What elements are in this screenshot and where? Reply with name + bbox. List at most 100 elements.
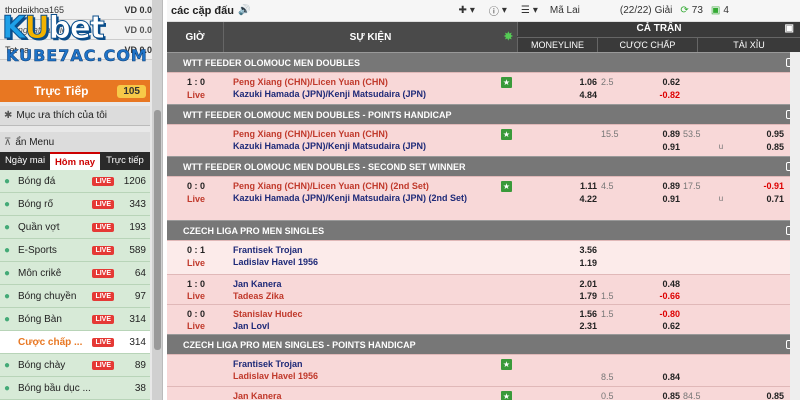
odds-under[interactable]: 0.71 bbox=[747, 194, 784, 204]
odds-ml-away[interactable]: 4.22 bbox=[547, 194, 597, 204]
speaker-icon[interactable]: 🔊 bbox=[238, 5, 250, 16]
sport-icon: ● bbox=[4, 359, 11, 371]
odds-hdp-away[interactable]: 0.91 bbox=[642, 194, 680, 204]
favorite-star-icon[interactable]: ★ bbox=[501, 359, 512, 370]
tab-tomorrow[interactable]: Ngày mai bbox=[0, 152, 50, 170]
favorite-star-icon[interactable]: ★ bbox=[501, 129, 512, 140]
bet-count[interactable]: ▣ 4 bbox=[711, 5, 729, 16]
match-row: 0 : 0 Live Stanislav Hudec Jan Lovl 1.56 … bbox=[167, 304, 800, 334]
league-name: WTT FEEDER OLOMOUC MEN DOUBLES - POINTS … bbox=[183, 109, 452, 120]
pin-icon[interactable]: ✸ bbox=[504, 30, 513, 43]
sport-item[interactable]: ● Quần vợt LIVE 193 bbox=[0, 216, 150, 239]
match-row: 1 : 0 Live Peng Xiang (CHN)/Licen Yuan (… bbox=[167, 72, 800, 104]
sport-name: Bóng đá bbox=[18, 175, 56, 187]
odds-ml-away[interactable]: 1.19 bbox=[547, 258, 597, 268]
home-team: Jan Kanera bbox=[233, 391, 282, 400]
tab-live[interactable]: Trực tiếp bbox=[100, 152, 150, 170]
sport-item[interactable]: ● Bóng bầu dục ... 38 bbox=[0, 377, 150, 400]
sport-icon: ● bbox=[4, 290, 11, 302]
odds-hdp-home[interactable]: 0.89 bbox=[642, 129, 680, 139]
odds-hdp-away[interactable]: 0.62 bbox=[642, 321, 680, 331]
account-row: thodaikhoa165 VD 0.00 bbox=[0, 0, 162, 20]
odds-under[interactable]: 0.85 bbox=[747, 142, 784, 152]
sort-icon: ☰ bbox=[520, 5, 530, 16]
match-score: 0 : 0 bbox=[187, 309, 206, 319]
live-badge: LIVE bbox=[92, 314, 114, 324]
refresh-button[interactable]: ⟳ 73 bbox=[680, 5, 703, 16]
tab-today[interactable]: Hôm nay bbox=[50, 152, 100, 170]
odds-hdp-home[interactable]: -0.80 bbox=[642, 309, 680, 319]
sport-item[interactable]: ● Môn crikê LIVE 64 bbox=[0, 262, 150, 285]
odds-ml-away[interactable]: 4.84 bbox=[547, 90, 597, 100]
col-over-under: TÀI XỈU bbox=[697, 37, 800, 52]
scrollbar-thumb[interactable] bbox=[154, 110, 161, 350]
odds-ml-home[interactable]: 1.06 bbox=[547, 77, 597, 87]
odds-type-select[interactable]: Mã Lai bbox=[550, 5, 580, 16]
add-menu-button[interactable]: ✚ ▾ bbox=[458, 5, 474, 16]
favorite-star-icon[interactable]: ★ bbox=[501, 77, 512, 88]
league-header[interactable]: CZECH LIGA PRO MEN SINGLES bbox=[167, 220, 800, 240]
live-badge: LIVE bbox=[92, 176, 114, 186]
sort-menu-button[interactable]: ☰ ▾ bbox=[521, 5, 538, 16]
col-handicap: CƯỢC CHẤP bbox=[597, 37, 697, 52]
league-header[interactable]: CZECH LIGA PRO MEN SINGLES - POINTS HAND… bbox=[167, 334, 800, 354]
account-label: Trong tat tai dien bbox=[5, 24, 72, 35]
under-marker: u bbox=[718, 194, 724, 203]
match-teams: Jan Kanera bbox=[233, 390, 503, 400]
league-header[interactable]: WTT FEEDER OLOMOUC MEN DOUBLES - SECOND … bbox=[167, 156, 800, 176]
sport-item[interactable]: ● Bóng chuyền LIVE 97 bbox=[0, 285, 150, 308]
sport-item[interactable]: ● E-Sports LIVE 589 bbox=[0, 239, 150, 262]
odds-hdp-home[interactable]: 0.48 bbox=[642, 279, 680, 289]
bet-count-value: 4 bbox=[723, 5, 729, 16]
home-team: Peng Xiang (CHN)/Licen Yuan (CHN) (2nd S… bbox=[233, 181, 429, 191]
odds-hdp-home[interactable]: 0.89 bbox=[642, 181, 680, 191]
odds-ml-away[interactable]: 2.31 bbox=[547, 321, 597, 331]
info-menu-button[interactable]: ⓘ ▾ bbox=[489, 3, 507, 18]
odds-hdp-away[interactable]: 0.91 bbox=[642, 142, 680, 152]
odds-over[interactable]: -0.91 bbox=[747, 181, 784, 191]
match-score: 1 : 0 bbox=[187, 279, 206, 289]
refresh-countdown: 73 bbox=[691, 5, 703, 16]
home-team: Peng Xiang (CHN)/Licen Yuan (CHN) bbox=[233, 77, 388, 87]
odds-ml-home[interactable]: 1.56 bbox=[547, 309, 597, 319]
match-teams: Peng Xiang (CHN)/Licen Yuan (CHN) (2nd S… bbox=[233, 180, 503, 204]
favorites-menu[interactable]: ✱ Mục ưa thích của tôi bbox=[0, 106, 150, 126]
chevron-down-icon: ▾ bbox=[532, 5, 538, 16]
odds-ml-home[interactable]: 2.01 bbox=[547, 279, 597, 289]
sport-item-selected[interactable]: Cược chấp ... LIVE 314 bbox=[0, 331, 150, 354]
handicap-line: 1.5 bbox=[601, 291, 614, 301]
favorite-star-icon[interactable]: ★ bbox=[501, 181, 512, 192]
match-row: 1 : 0 Live Jan Kanera Tadeas Zika 2.01 1.… bbox=[167, 274, 800, 304]
sport-item[interactable]: ● Bóng Bàn LIVE 314 bbox=[0, 308, 150, 331]
expand-icon[interactable]: ▣ bbox=[785, 22, 794, 36]
account-filter[interactable]: Tat ca bbox=[5, 45, 29, 55]
odds-over[interactable]: 0.95 bbox=[747, 129, 784, 139]
odds-hdp-away[interactable]: 0.84 bbox=[642, 372, 680, 382]
main-scrollbar[interactable] bbox=[790, 52, 800, 400]
live-now-button[interactable]: Trực Tiếp 105 bbox=[0, 80, 150, 102]
chevron-down-icon: ▾ bbox=[469, 5, 475, 16]
account-row: Trong tat tai dien VD 0.00 bbox=[0, 20, 162, 40]
account-row[interactable]: Tat ca VD 0.00 bbox=[0, 40, 162, 60]
odds-over[interactable]: 0.85 bbox=[747, 391, 784, 400]
ticket-icon: ▣ bbox=[710, 5, 721, 16]
odds-ml-away[interactable]: 1.79 bbox=[547, 291, 597, 301]
account-username: thodaikhoa165 bbox=[5, 4, 65, 15]
odds-hdp-away[interactable]: -0.82 bbox=[642, 90, 680, 100]
sidebar-scrollbar[interactable] bbox=[152, 0, 162, 400]
league-header[interactable]: WTT FEEDER OLOMOUC MEN DOUBLES - POINTS … bbox=[167, 104, 800, 124]
odds-ml-home[interactable]: 3.56 bbox=[547, 245, 597, 255]
favorite-star-icon[interactable]: ★ bbox=[501, 391, 512, 400]
sport-item[interactable]: ● Bóng đá LIVE 1206 bbox=[0, 170, 150, 193]
sport-item[interactable]: ● Bóng chày LIVE 89 bbox=[0, 354, 150, 377]
league-header[interactable]: WTT FEEDER OLOMOUC MEN DOUBLES bbox=[167, 52, 800, 72]
odds-hdp-away[interactable]: -0.66 bbox=[642, 291, 680, 301]
away-team: Kazuki Hamada (JPN)/Kenji Matsudaira (JP… bbox=[233, 89, 427, 99]
odds-ml-home[interactable]: 1.11 bbox=[547, 181, 597, 191]
odds-hdp-home[interactable]: 0.85 bbox=[642, 391, 680, 400]
odds-hdp-home[interactable]: 0.62 bbox=[642, 77, 680, 87]
league-count[interactable]: (22/22) Giải bbox=[620, 5, 672, 16]
sport-item[interactable]: ● Bóng rổ LIVE 343 bbox=[0, 193, 150, 216]
live-badge: LIVE bbox=[92, 360, 114, 370]
hide-menu-toggle[interactable]: ⊼ ẩn Menu bbox=[0, 132, 150, 152]
